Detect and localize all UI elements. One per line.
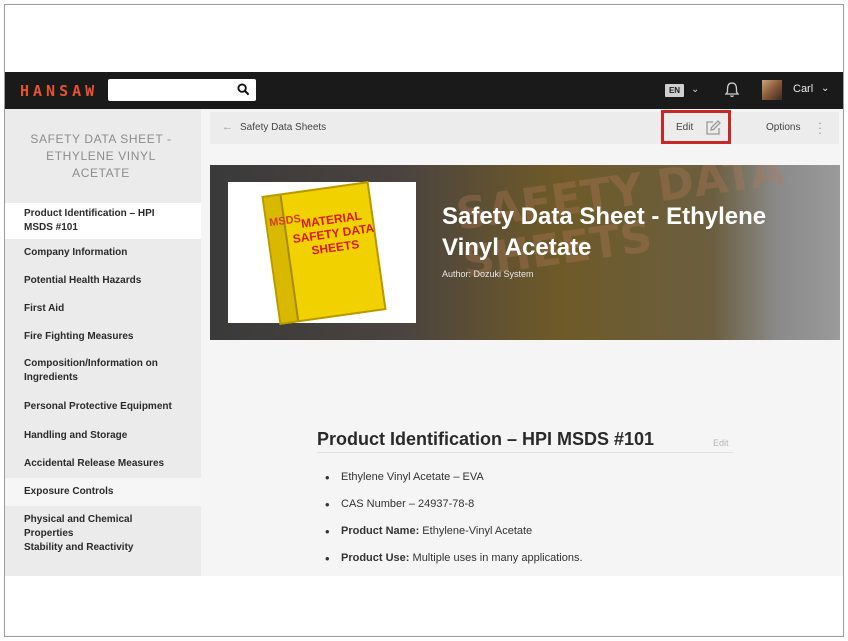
sidebar-item-label: Potential Health Hazards [24, 275, 142, 286]
sidebar-item-label: Handling and Storage [24, 430, 128, 441]
sidebar-item-label: Company Information [24, 247, 128, 258]
binder-cover-text: MATERIAL SAFETY DATA SHEETS [291, 208, 375, 258]
chevron-down-icon[interactable]: ⌄ [691, 84, 699, 95]
sidebar-item-label: First Aid [24, 303, 65, 314]
list-item-text: Ethylene Vinyl Acetate – EVA [341, 471, 484, 483]
sidebar-item-label: Composition/Information on Ingredients [24, 358, 158, 383]
sidebar-item-potential-health-hazards[interactable]: Potential Health Hazards [5, 267, 201, 295]
list-item: Product Name: Ethylene-Vinyl Acetate [325, 524, 583, 552]
sidebar-item-label: Fire Fighting Measures [24, 331, 134, 342]
list-item: Ethylene Vinyl Acetate – EVA [325, 470, 583, 498]
sidebar-item-physical-chemical[interactable]: Physical and Chemical Properties [5, 506, 201, 539]
binder-spine-text: MSDS [268, 212, 302, 230]
search-input[interactable] [108, 79, 256, 101]
sidebar-item-label: Product Identification – HPI MSDS #101 [24, 208, 155, 233]
page-title: Safety Data Sheet - Ethylene Vinyl Aceta… [442, 203, 767, 261]
language-badge[interactable]: EN [665, 84, 684, 97]
author-text[interactable]: Author: Dozuki System [442, 269, 534, 279]
section-divider [317, 452, 733, 453]
sidebar-item-label: Stability and Reactivity [24, 542, 134, 553]
breadcrumb[interactable]: Safety Data Sheets [240, 122, 326, 133]
back-arrow-icon[interactable]: ← [222, 121, 233, 133]
avatar[interactable] [762, 80, 782, 100]
list-item: CAS Number – 24937-78-8 [325, 497, 583, 525]
binder-image: MSDS MATERIAL SAFETY DATA SHEETS [261, 181, 387, 325]
sidebar-item-label: Exposure Controls [24, 486, 114, 497]
main-content: ← Safety Data Sheets Options · · · Edit SA… [201, 109, 843, 576]
list-item-bold: Product Use: [341, 552, 410, 564]
section-title: Product Identification – HPI MSDS #101 [317, 429, 655, 449]
sidebar-item-company-information[interactable]: Company Information [5, 239, 201, 267]
sidebar-item-label: Personal Protective Equipment [24, 401, 172, 412]
edit-button[interactable]: Edit [661, 110, 731, 144]
top-navigation-bar: HANSAW EN ⌄ Carl ⌄ [5, 72, 843, 109]
more-vertical-icon[interactable]: · · · [817, 116, 823, 139]
chevron-down-icon[interactable]: ⌄ [821, 83, 829, 94]
sidebar-item-accidental-release[interactable]: Accidental Release Measures [5, 450, 201, 478]
sidebar-item-ppe[interactable]: Personal Protective Equipment [5, 394, 201, 422]
toolbar: ← Safety Data Sheets Options · · · [210, 112, 839, 144]
sidebar-item-composition[interactable]: Composition/Information on Ingredients [5, 351, 201, 394]
sidebar-item-label: Accidental Release Measures [24, 458, 165, 469]
edit-pencil-icon [706, 120, 721, 135]
hero-banner: SAFETY DATA SHEETS MSDS MATERIAL SAFETY … [210, 165, 840, 340]
sidebar-item-product-identification[interactable]: Product Identification – HPI MSDS #101 [5, 203, 201, 239]
sidebar-item-fire-fighting-measures[interactable]: Fire Fighting Measures [5, 323, 201, 351]
search-icon[interactable] [237, 83, 250, 96]
section-edit-link[interactable]: Edit [713, 438, 729, 448]
list-item-text: Multiple uses in many applications. [409, 552, 583, 564]
sidebar-nav: Product Identification – HPI MSDS #101 C… [5, 203, 201, 562]
edit-button-label: Edit [676, 122, 694, 133]
sidebar: SAFETY DATA SHEET - ETHYLENE VINYL ACETA… [5, 109, 201, 576]
sidebar-item-handling-storage[interactable]: Handling and Storage [5, 422, 201, 450]
sidebar-item-exposure-controls[interactable]: Exposure Controls [5, 478, 201, 506]
bullet-list: Ethylene Vinyl Acetate – EVA CAS Number … [325, 470, 583, 579]
user-name[interactable]: Carl [793, 83, 813, 95]
sidebar-item-first-aid[interactable]: First Aid [5, 295, 201, 323]
list-item: Product Use: Multiple uses in many appli… [325, 551, 583, 579]
hansaw-logo[interactable]: HANSAW [20, 82, 98, 100]
list-item-text: CAS Number – 24937-78-8 [341, 498, 475, 510]
list-item-text: Ethylene-Vinyl Acetate [419, 525, 533, 537]
bell-icon[interactable] [724, 81, 740, 99]
options-button[interactable]: Options [766, 122, 800, 133]
list-item-bold: Product Name: [341, 525, 420, 537]
guide-image: MSDS MATERIAL SAFETY DATA SHEETS [228, 181, 416, 325]
guide-title: SAFETY DATA SHEET - ETHYLENE VINYL ACETA… [30, 132, 172, 180]
